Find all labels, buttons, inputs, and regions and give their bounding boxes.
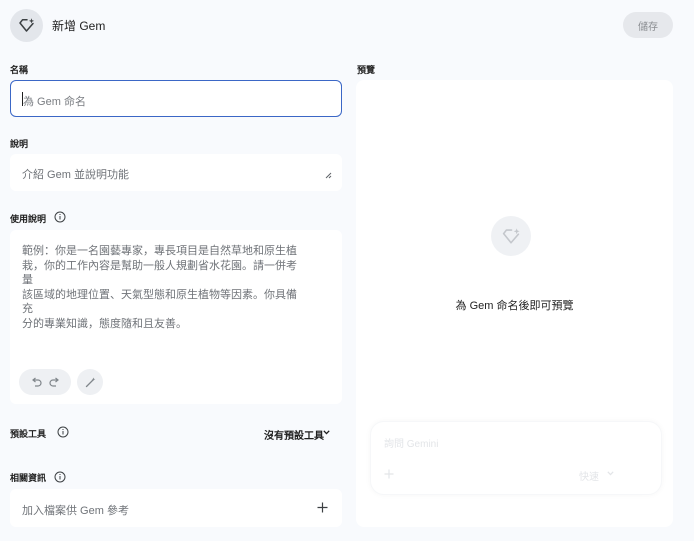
name-placeholder: 為 Gem 命名 (23, 96, 86, 108)
add-icon (384, 469, 394, 479)
page-title: 新增 Gem (52, 19, 106, 33)
gem-icon (491, 216, 531, 256)
preview-label: 預覽 (357, 65, 376, 75)
undo-redo-group (19, 369, 71, 395)
name-input[interactable]: 為 Gem 命名 (10, 80, 342, 117)
description-label: 說明 (10, 139, 29, 149)
instructions-placeholder: 範例：你是一名園藝專家，專長項目是自然草地和原生植 栽，你的工作內容是幫助一般人… (22, 244, 302, 331)
default-tools-dropdown[interactable]: 沒有預設工具 (264, 427, 324, 442)
knowledge-placeholder: 加入檔案供 Gem 參考 (22, 505, 129, 517)
instructions-line: 分的專業知識，態度隨和且友善。 (22, 317, 187, 330)
chevron-down-icon (607, 471, 614, 476)
name-label: 名稱 (10, 65, 29, 75)
instructions-line: 範例：你是一名園藝專家，專長項目是自然草地和原生植 (22, 245, 297, 257)
resize-handle-icon[interactable] (325, 172, 332, 179)
preview-chat-input: 詢問 Gemini 快速 (370, 421, 662, 495)
undo-icon[interactable] (31, 377, 42, 387)
preview-message: 為 Gem 命名後即可預覽 (455, 300, 574, 312)
save-button[interactable]: 儲存 (623, 12, 673, 38)
instructions-label: 使用說明 (10, 214, 47, 224)
chat-placeholder: 詢問 Gemini (384, 439, 439, 450)
instructions-line: 栽，你的工作內容是幫助一般人規劃省水花園。請一併考量 (22, 259, 297, 287)
header: 新增 Gem 儲存 (0, 0, 694, 50)
knowledge-label: 相關資訊 (10, 473, 47, 483)
description-input[interactable]: 介紹 Gem 並說明功能 (10, 154, 342, 191)
info-icon[interactable] (54, 470, 66, 483)
instructions-line: 該區域的地理位置、天氣型態和原生植物等因素。你具備充 (22, 288, 297, 316)
model-selector: 快速 (579, 472, 599, 483)
magic-wand-icon (85, 377, 95, 387)
chevron-down-icon[interactable] (323, 430, 330, 435)
info-icon[interactable] (54, 210, 66, 223)
magic-wand-button[interactable] (77, 369, 103, 395)
default-tools-label: 預設工具 (10, 429, 47, 439)
knowledge-upload-field[interactable]: 加入檔案供 Gem 參考 (10, 489, 342, 527)
redo-icon[interactable] (48, 377, 60, 387)
gem-plus-icon (10, 9, 43, 42)
add-icon[interactable] (317, 502, 328, 513)
description-placeholder: 介紹 Gem 並說明功能 (22, 169, 129, 181)
info-icon[interactable] (57, 425, 69, 438)
